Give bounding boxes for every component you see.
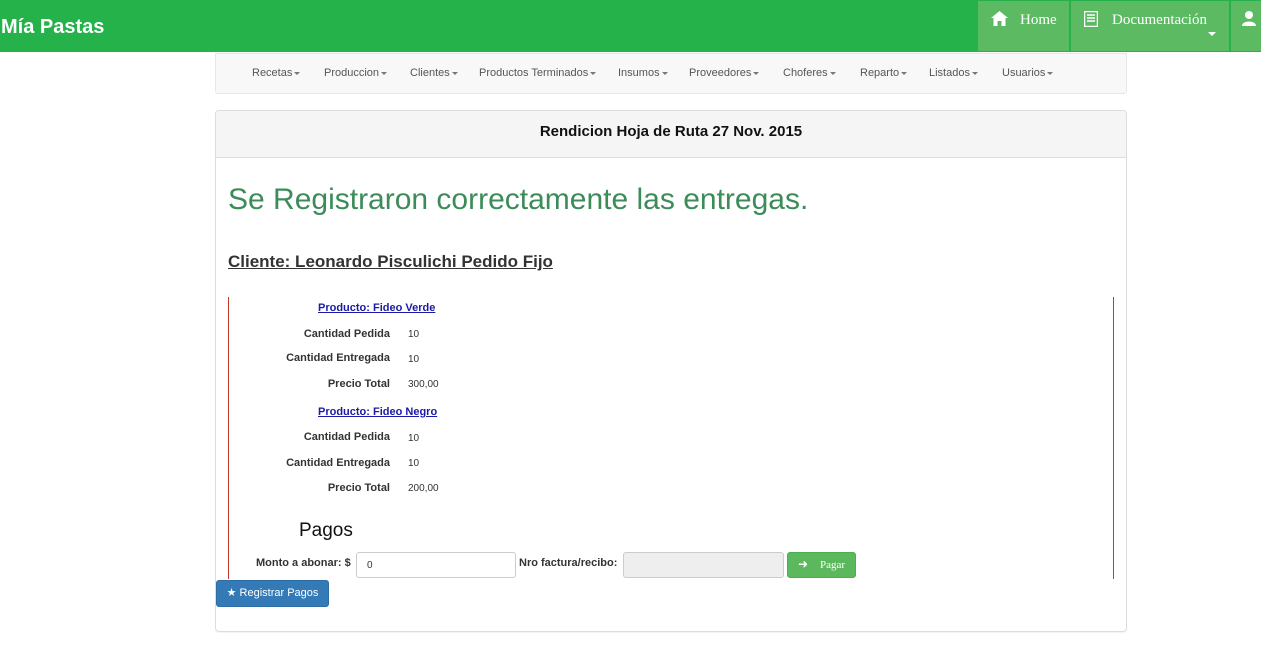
menu-produccion-label: Produccion <box>324 67 380 79</box>
cantidad-entregada-label: Cantidad Entregada <box>286 457 390 469</box>
user-icon <box>1242 11 1256 31</box>
nav-user[interactable] <box>1231 1 1261 51</box>
cantidad-entregada-value: 10 <box>408 458 420 469</box>
home-icon <box>991 11 1008 31</box>
caret-down-icon <box>590 71 597 75</box>
menu-productos-terminados[interactable]: Productos Terminados <box>479 54 597 93</box>
caret-down-icon <box>753 71 760 75</box>
precio-total-label: Precio Total <box>327 378 390 390</box>
caret-down-icon <box>829 71 836 75</box>
product-link-fideo-negro[interactable]: Producto: Fideo Negro <box>318 406 437 418</box>
cantidad-pedida-label: Cantidad Pedida <box>303 328 390 340</box>
menu-recetas-label: Recetas <box>252 67 293 79</box>
cantidad-pedida-value: 10 <box>408 329 420 340</box>
monto-label: Monto a abonar: $ <box>256 557 351 569</box>
success-message: Se Registraron correctamente las entrega… <box>228 183 809 216</box>
caret-down-icon <box>901 71 908 75</box>
menu-recetas[interactable]: Recetas <box>252 54 301 93</box>
nav-documentacion[interactable]: Documentación <box>1071 1 1229 51</box>
caret-down-icon <box>971 71 978 75</box>
menu-choferes-label: Choferes <box>783 67 828 79</box>
pagos-heading: Pagos <box>299 520 353 541</box>
nav-home[interactable]: Home <box>978 1 1069 51</box>
client-title: Cliente: Leonardo Pisculichi Pedido Fijo <box>228 252 553 271</box>
menu-listados-label: Listados <box>929 67 970 79</box>
menu-proveedores-label: Proveedores <box>689 67 752 79</box>
document-icon <box>1083 10 1099 32</box>
menu-productos-terminados-label: Productos Terminados <box>479 67 589 79</box>
separator-line-right <box>1113 297 1114 579</box>
product-link-fideo-verde[interactable]: Producto: Fideo Verde <box>318 302 435 314</box>
page-title: Rendicion Hoja de Ruta 27 Nov. 2015 <box>539 123 803 140</box>
menu-choferes[interactable]: Choferes <box>783 54 836 93</box>
pagar-button-label: Pagar <box>820 559 846 571</box>
chevron-down-icon <box>1208 32 1216 36</box>
menu-usuarios[interactable]: Usuarios <box>1002 54 1054 93</box>
menu-clientes-label: Clientes <box>410 67 450 79</box>
cantidad-pedida-value: 10 <box>408 433 420 444</box>
pagar-button[interactable]: ➜ Pagar <box>787 552 856 578</box>
caret-down-icon <box>661 71 668 75</box>
menu-reparto-label: Reparto <box>860 67 900 79</box>
menu-produccion[interactable]: Produccion <box>324 54 388 93</box>
panel-heading: Rendicion Hoja de Ruta 27 Nov. 2015 <box>216 111 1126 158</box>
caret-down-icon <box>294 71 301 75</box>
precio-total-value: 200,00 <box>408 483 439 494</box>
nav-home-label: Home <box>1020 12 1057 28</box>
factura-label: Nro factura/recibo: <box>519 557 618 569</box>
menu-insumos-label: Insumos <box>618 67 660 79</box>
cantidad-entregada-value: 10 <box>408 354 420 365</box>
menu-clientes[interactable]: Clientes <box>410 54 458 93</box>
caret-down-icon <box>1047 71 1054 75</box>
nav-documentacion-label: Documentación <box>1112 12 1207 28</box>
registrar-pagos-button[interactable]: ★ Registrar Pagos <box>216 580 329 607</box>
menu-usuarios-label: Usuarios <box>1002 67 1046 79</box>
cantidad-pedida-label: Cantidad Pedida <box>303 431 390 443</box>
secondary-menu: Recetas Produccion Clientes Productos Te… <box>215 53 1127 94</box>
factura-input[interactable] <box>623 552 784 578</box>
caret-down-icon <box>381 71 388 75</box>
rendicion-panel: Rendicion Hoja de Ruta 27 Nov. 2015 Se R… <box>215 110 1127 632</box>
brand-logo[interactable]: Mía Pastas <box>1 0 104 52</box>
monto-input[interactable] <box>356 552 516 578</box>
cantidad-entregada-label: Cantidad Entregada <box>286 352 390 364</box>
menu-proveedores[interactable]: Proveedores <box>689 54 760 93</box>
arrow-right-icon: ➜ <box>798 557 809 571</box>
top-navbar: Mía Pastas Home Documentación <box>0 0 1261 52</box>
precio-total-value: 300,00 <box>408 379 439 390</box>
caret-down-icon <box>451 71 458 75</box>
menu-insumos[interactable]: Insumos <box>618 54 668 93</box>
precio-total-label: Precio Total <box>327 482 390 494</box>
menu-listados[interactable]: Listados <box>929 54 978 93</box>
menu-reparto[interactable]: Reparto <box>860 54 908 93</box>
